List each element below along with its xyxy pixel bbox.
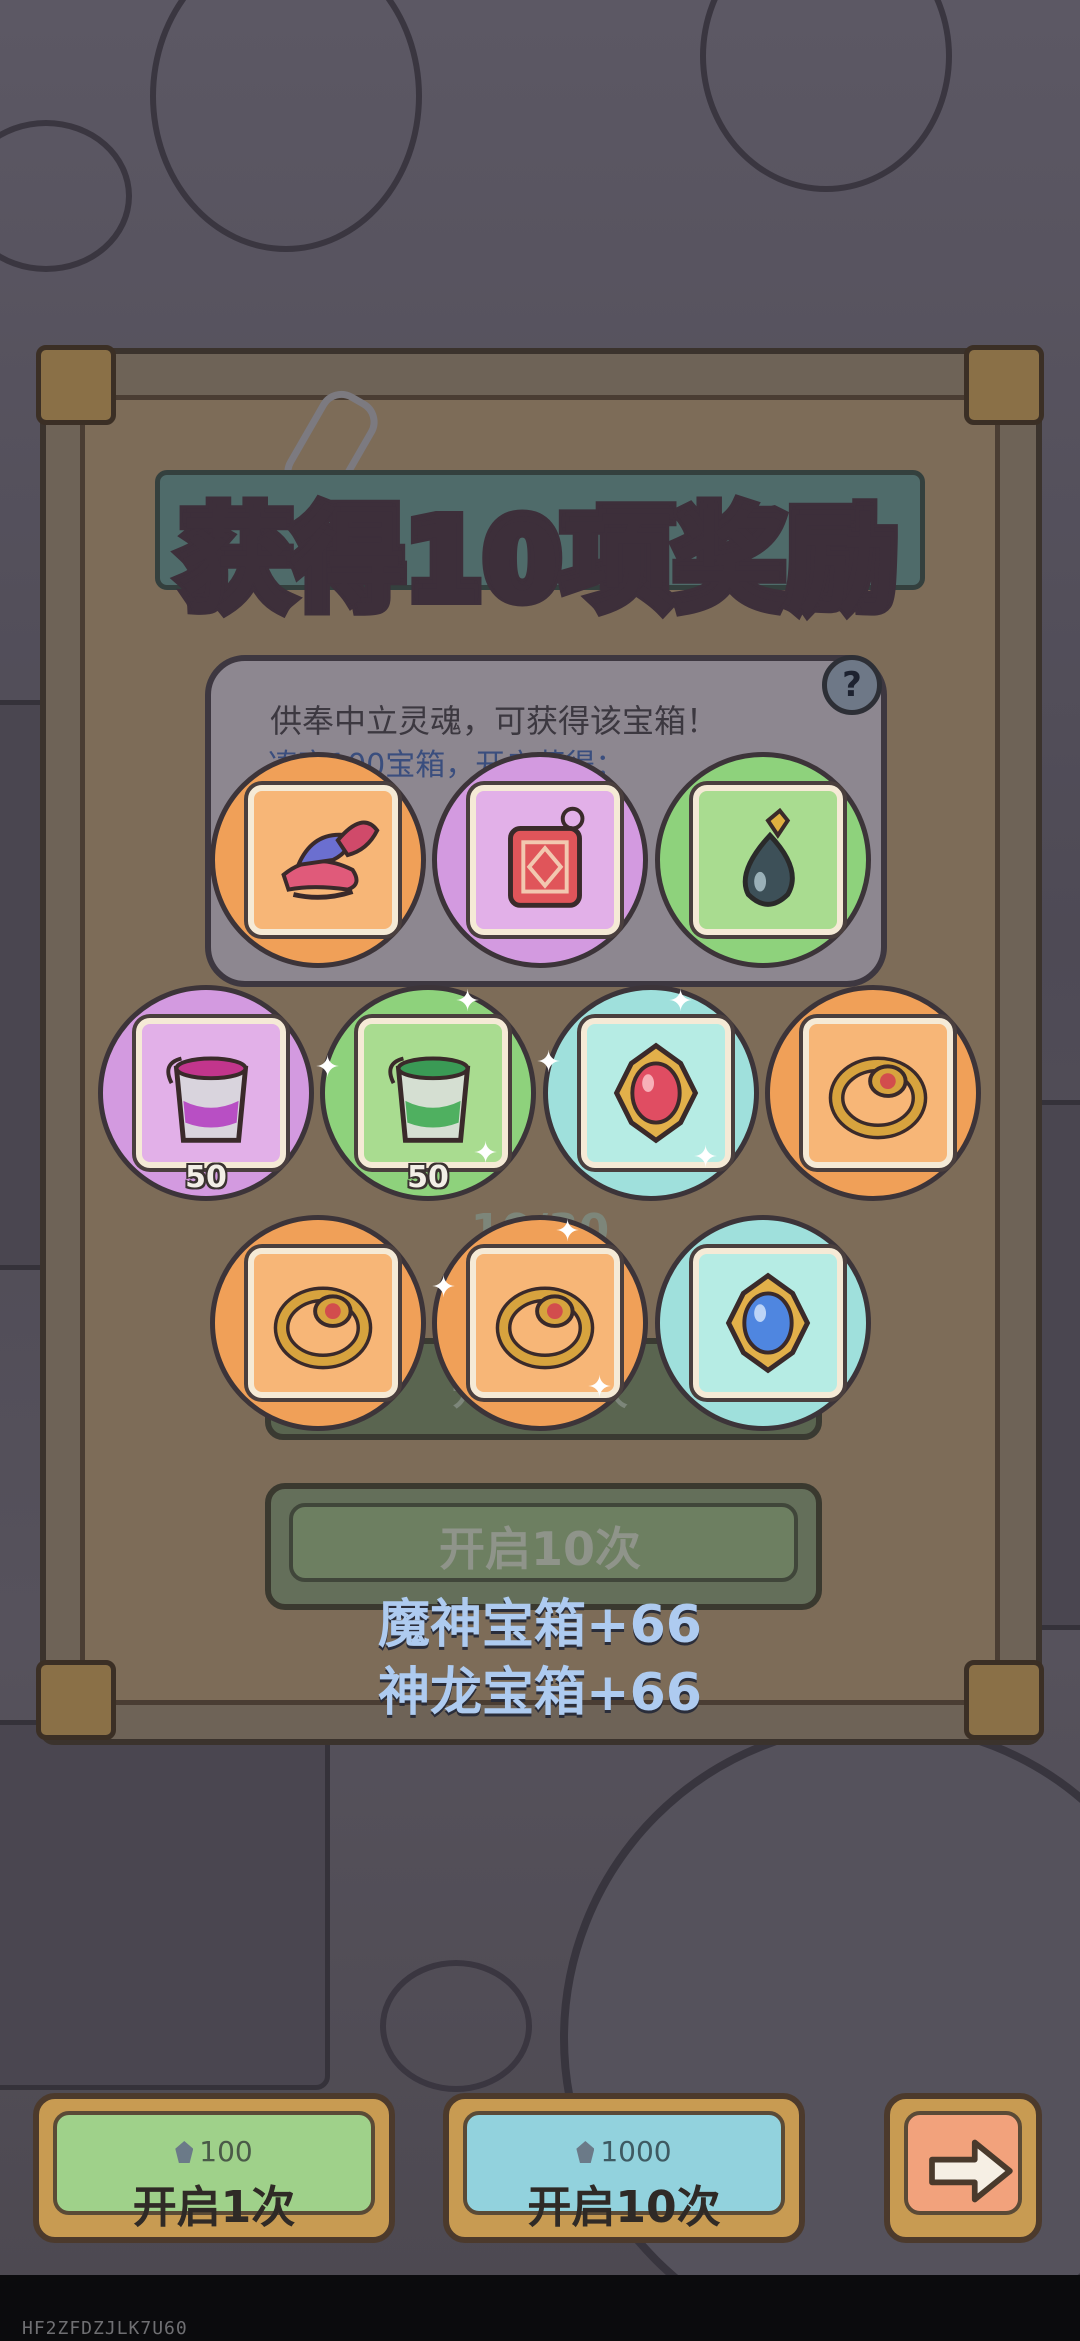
reward-item-4[interactable]: 50 xyxy=(98,985,314,1201)
reward-item-7[interactable] xyxy=(765,985,981,1201)
reward-item-2[interactable] xyxy=(432,752,648,968)
info-line-1: 供奉中立灵魂，可获得该宝箱！ xyxy=(270,702,719,740)
purple-paint-bucket-icon xyxy=(166,1056,249,1143)
open-once-button[interactable]: 100 开启1次 xyxy=(33,2093,395,2243)
sapphire-brooch-icon xyxy=(725,1272,811,1374)
open-10-panel-label: 开启10次 xyxy=(438,1522,641,1576)
open-ten-button[interactable]: 1000 开启10次 xyxy=(443,2093,805,2243)
sparkle-icon: ✦ xyxy=(555,1214,581,1249)
reward-item-5[interactable]: 50 ✦ ✦ ✦ xyxy=(315,984,536,1201)
bonus-line-1: 魔神宝箱+66 xyxy=(378,1595,702,1655)
open-once-label: 开启1次 xyxy=(132,2182,296,2233)
help-button[interactable]: ? xyxy=(822,655,882,715)
arrow-right-icon xyxy=(929,2139,1013,2203)
board-corner-top-right xyxy=(964,345,1044,425)
gold-ring-icon xyxy=(828,1056,928,1140)
sparkle-icon: ✦ xyxy=(315,1050,341,1085)
reward-count: 50 xyxy=(185,1160,227,1195)
reward-item-1[interactable] xyxy=(210,752,426,968)
red-tag-pendant-icon xyxy=(508,806,585,908)
next-button[interactable] xyxy=(884,2093,1042,2243)
reward-item-10[interactable] xyxy=(655,1215,871,1431)
bonus-line-2: 神龙宝箱+66 xyxy=(378,1663,702,1723)
open-once-cost: 100 xyxy=(57,2135,371,2168)
open-ten-cost: 1000 xyxy=(467,2135,781,2168)
sparkle-icon: ✦ xyxy=(668,984,694,1019)
reward-title: 获得10项奖励 xyxy=(0,470,1080,630)
board-corner-top-left xyxy=(36,345,116,425)
gem-icon xyxy=(175,2141,194,2163)
reward-item-6[interactable]: ✦ ✦ ✦ xyxy=(536,984,759,1201)
sparkle-icon: ✦ xyxy=(455,984,481,1019)
reward-count: 50 xyxy=(407,1160,449,1195)
feathered-hat-icon xyxy=(281,820,380,900)
gem-icon xyxy=(576,2141,595,2163)
reward-item-8[interactable] xyxy=(210,1215,426,1431)
sparkle-icon: ✦ xyxy=(536,1045,562,1080)
gold-ring-icon xyxy=(273,1286,373,1370)
open-ten-label: 开启10次 xyxy=(527,2182,721,2233)
teardrop-pendant-icon xyxy=(742,807,795,907)
sparkle-icon: ✦ xyxy=(587,1370,613,1405)
sparkle-icon: ✦ xyxy=(473,1136,499,1171)
sparkle-icon: ✦ xyxy=(431,1270,457,1305)
reward-item-3[interactable] xyxy=(655,752,871,968)
sparkle-icon: ✦ xyxy=(693,1140,719,1175)
reward-item-9[interactable]: ✦ ✦ ✦ xyxy=(431,1214,648,1431)
footer-code: HF2ZFDZJLK7U60 xyxy=(22,2318,188,2339)
